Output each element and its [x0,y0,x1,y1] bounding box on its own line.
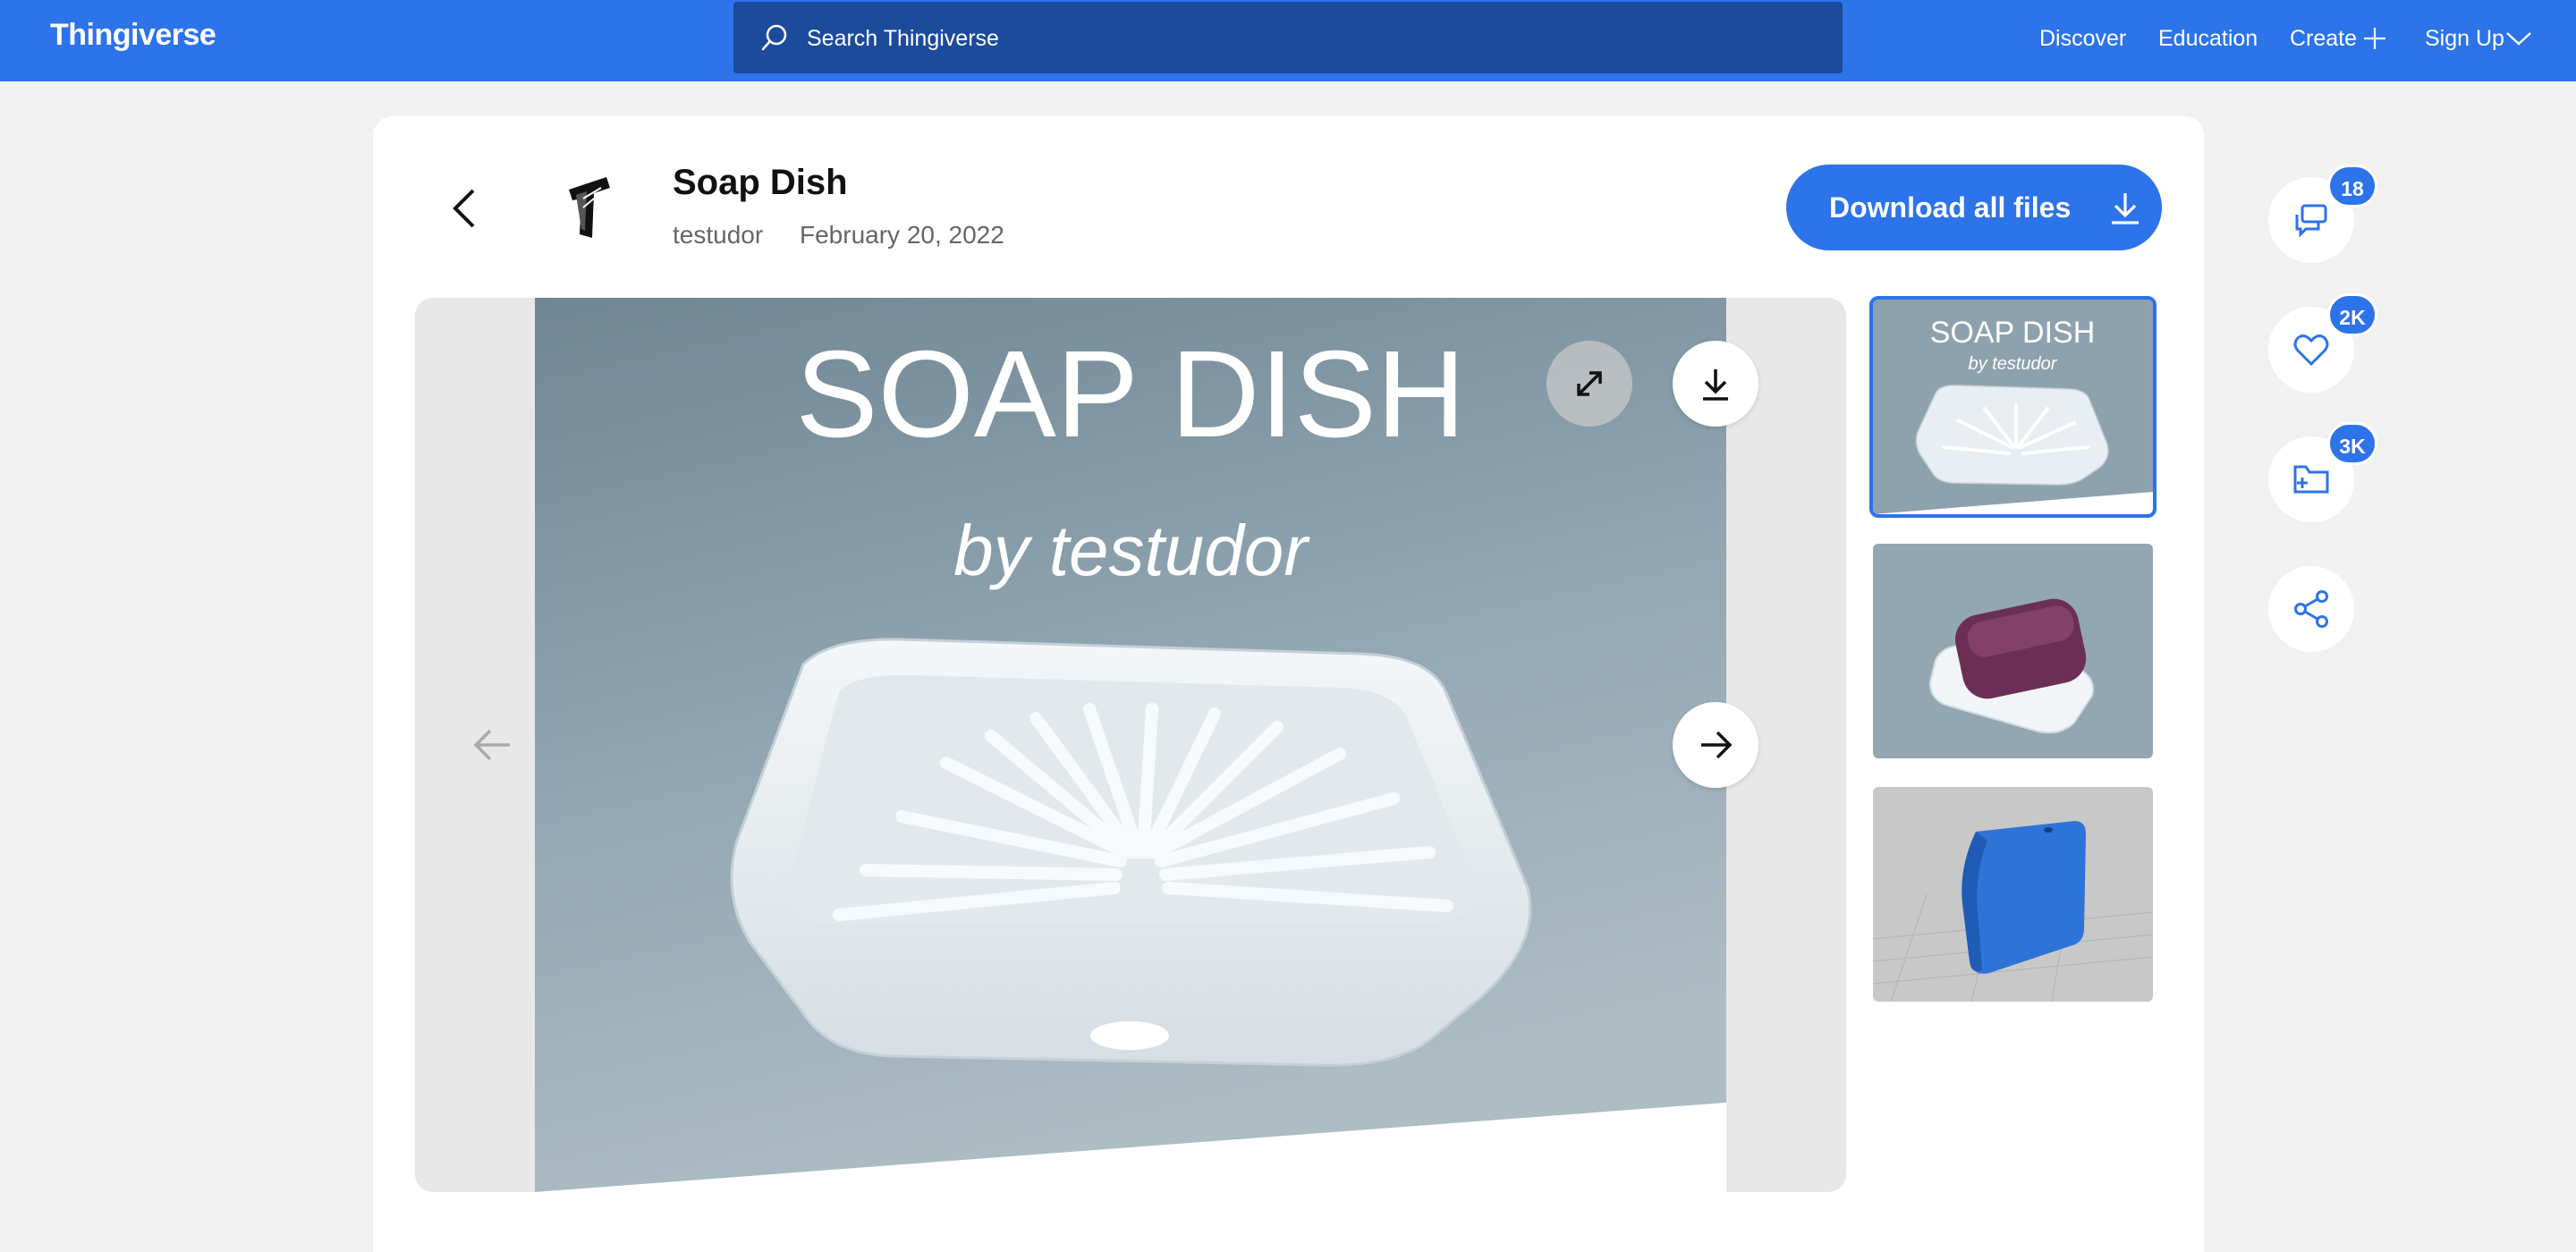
chevron-down-icon[interactable] [2504,29,2533,48]
nav-discover[interactable]: Discover [2039,26,2126,52]
author-link[interactable]: testudor [673,221,763,250]
likes-count-badge: 2K [2327,293,2377,336]
thing-card: Soap Dish testudor February 20, 2022 Dow… [373,116,2204,1252]
nav-sign-up[interactable]: Sign Up [2425,26,2504,52]
download-all-button[interactable]: Download all files [1786,165,2162,250]
thumbnail-3-image [1873,787,2153,1002]
image-viewer: SOAP DISH by testudor [415,298,1846,1192]
search-input[interactable]: Search Thingiverse [733,2,1843,73]
search-placeholder: Search Thingiverse [807,26,999,51]
collections-count-badge: 3K [2327,422,2377,465]
thumbnail-1[interactable]: SOAP DISH by testudor [1869,296,2157,518]
download-all-label: Download all files [1829,191,2072,224]
comments-icon [2295,204,2327,238]
share-button[interactable] [2268,566,2354,652]
download-icon [1703,369,1728,401]
search-icon [761,24,787,51]
page-title: Soap Dish [673,163,848,202]
download-icon [2112,193,2139,224]
avatar[interactable] [556,172,619,243]
thingiverse-logo[interactable]: Thingiverse [50,18,216,53]
thumbnail-1-heading: SOAP DISH [1930,316,2096,350]
publish-date: February 20, 2022 [800,221,1004,249]
next-image-button[interactable] [1673,702,1758,788]
thumbnail-1-image: SOAP DISH by testudor [1873,300,2153,514]
arrow-right-icon [1701,731,1733,759]
expand-button[interactable] [1546,341,1632,427]
comments-count-badge: 18 [2327,165,2377,207]
plus-icon[interactable] [2361,25,2388,52]
nav-create[interactable]: Create [2290,26,2357,52]
chevron-left-icon[interactable] [445,183,484,233]
nav-education[interactable]: Education [2158,26,2258,52]
heart-icon [2293,334,2329,367]
download-image-button[interactable] [1673,341,1758,427]
thumbnail-2-image [1873,544,2153,758]
top-nav-bar: Thingiverse Search Thingiverse Discover … [0,0,2576,81]
image-heading: SOAP DISH [795,326,1465,463]
main-image: SOAP DISH by testudor [535,298,1726,1192]
arrow-left-icon[interactable] [469,721,517,769]
thumbnail-3[interactable] [1873,787,2153,1002]
image-byline: by testudor [953,511,1310,590]
thumbnail-2[interactable] [1873,544,2153,758]
thumbnail-1-byline: by testudor [1969,354,2058,374]
folder-plus-icon [2293,465,2329,494]
expand-icon [1577,371,1602,396]
share-icon [2294,590,2328,628]
